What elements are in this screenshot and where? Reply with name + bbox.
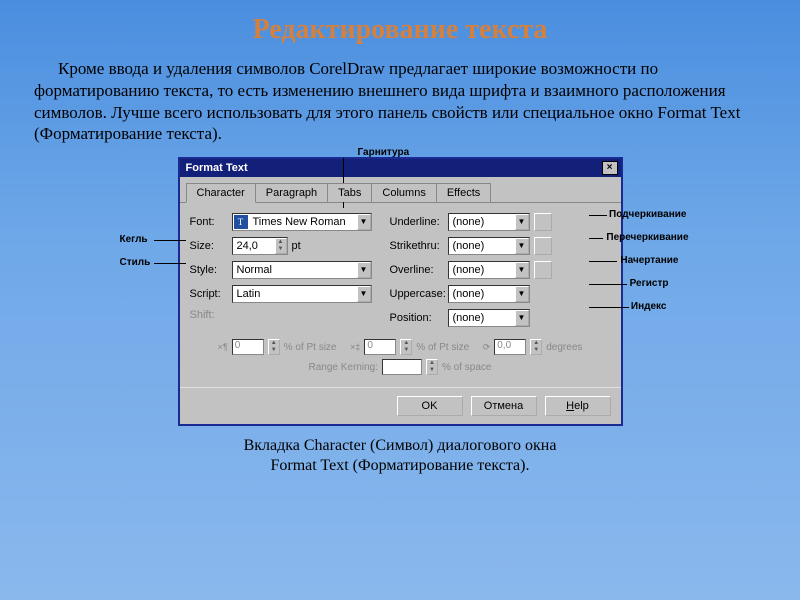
left-column: Font: T Times New Roman ▼ Size: 24,0 ▲▼ … [190, 213, 372, 327]
script-combo[interactable]: Latin ▼ [232, 285, 372, 303]
callout-line [589, 238, 603, 239]
callout-perecherk: Перечеркивание [606, 232, 688, 243]
titlebar: Format Text × [180, 159, 621, 177]
figure: Гарнитура Кегль Стиль Подчеркивание Пере… [118, 157, 683, 426]
strikethru-edit-button[interactable] [534, 237, 552, 255]
underline-value: (none) [449, 216, 515, 228]
help-button[interactable]: Help [545, 396, 611, 416]
chevron-down-icon[interactable]: ▼ [515, 262, 529, 278]
rotate-unit: degrees [546, 342, 582, 353]
callout-kegl: Кегль [120, 234, 148, 245]
callout-nachert: Начертание [620, 255, 678, 266]
underline-label: Underline: [390, 216, 444, 228]
underline-combo[interactable]: (none) ▼ [448, 213, 530, 231]
cancel-button[interactable]: Отмена [471, 396, 537, 416]
chevron-down-icon[interactable]: ▼ [357, 262, 371, 278]
tabs: Character Paragraph Tabs Columns Effects [180, 177, 621, 203]
format-text-dialog: Format Text × Character Paragraph Tabs C… [178, 157, 623, 426]
spinner: ▲▼ [400, 339, 412, 355]
client-area: Font: T Times New Roman ▼ Size: 24,0 ▲▼ … [180, 203, 621, 333]
position-combo[interactable]: (none) ▼ [448, 309, 530, 327]
callout-line [589, 307, 629, 308]
style-label: Style: [190, 264, 228, 276]
callout-registr: Регистр [630, 278, 669, 289]
intro-paragraph: Кроме ввода и удаления символов CorelDra… [0, 46, 800, 151]
size-label: Size: [190, 240, 228, 252]
shift-label: Shift: [190, 309, 228, 321]
script-value: Latin [233, 288, 357, 300]
uppercase-value: (none) [449, 288, 515, 300]
strikethru-label: Strikethru: [390, 240, 444, 252]
callout-indeks: Индекс [631, 301, 667, 312]
callout-line [154, 263, 186, 264]
range-kerning-unit: % of space [442, 362, 491, 373]
spinner: ▲▼ [426, 359, 438, 375]
chevron-down-icon[interactable]: ▼ [357, 286, 371, 302]
tab-paragraph[interactable]: Paragraph [255, 183, 328, 202]
size-combo[interactable]: 24,0 ▲▼ [232, 237, 288, 255]
ok-button[interactable]: OK [397, 396, 463, 416]
callout-line [154, 240, 186, 241]
tab-character[interactable]: Character [186, 183, 256, 203]
truetype-icon: T [234, 215, 248, 229]
shift-v-value: 0 [364, 339, 396, 355]
position-label: Position: [390, 312, 444, 324]
page-title: Редактирование текста [0, 0, 800, 46]
caption: Вкладка Character (Символ) диалогового о… [0, 436, 800, 476]
spinner: ▲▼ [530, 339, 542, 355]
right-column: Underline: (none) ▼ Strikethru: (none) ▼ [390, 213, 552, 327]
overline-combo[interactable]: (none) ▼ [448, 261, 530, 279]
button-row: OK Отмена Help [180, 387, 621, 424]
style-combo[interactable]: Normal ▼ [232, 261, 372, 279]
strikethru-value: (none) [449, 240, 515, 252]
tab-columns[interactable]: Columns [371, 183, 436, 202]
chevron-down-icon[interactable]: ▼ [357, 214, 371, 230]
font-label: Font: [190, 216, 228, 228]
chevron-down-icon[interactable]: ▼ [515, 310, 529, 326]
overline-value: (none) [449, 264, 515, 276]
callout-line [589, 284, 627, 285]
shift-h-unit: % of Pt size [284, 342, 337, 353]
script-label: Script: [190, 288, 228, 300]
style-value: Normal [233, 264, 357, 276]
callout-line [589, 215, 607, 216]
position-value: (none) [449, 312, 515, 324]
chevron-down-icon[interactable]: ▼ [515, 286, 529, 302]
chevron-down-icon[interactable]: ▼ [515, 214, 529, 230]
disabled-shift-area: ×¶ 0 ▲▼ % of Pt size ×‡ 0 ▲▼ % of Pt siz… [180, 333, 621, 387]
chevron-down-icon[interactable]: ▼ [515, 238, 529, 254]
uppercase-combo[interactable]: (none) ▼ [448, 285, 530, 303]
strikethru-combo[interactable]: (none) ▼ [448, 237, 530, 255]
callout-line [589, 261, 617, 262]
rotate-value: 0,0 [494, 339, 526, 355]
range-kerning-value [382, 359, 422, 375]
spinner: ▲▼ [268, 339, 280, 355]
callout-garnitura: Гарнитура [358, 147, 410, 158]
overline-edit-button[interactable] [534, 261, 552, 279]
size-unit: pt [292, 240, 301, 252]
font-combo[interactable]: T Times New Roman ▼ [232, 213, 372, 231]
tab-tabs[interactable]: Tabs [327, 183, 372, 202]
size-value: 24,0 [233, 240, 275, 252]
overline-label: Overline: [390, 264, 444, 276]
shift-v-unit: % of Pt size [416, 342, 469, 353]
uppercase-label: Uppercase: [390, 288, 444, 300]
underline-edit-button[interactable] [534, 213, 552, 231]
range-kerning-label: Range Kerning: [309, 362, 379, 373]
callout-stil: Стиль [120, 257, 151, 268]
font-value: Times New Roman [249, 216, 357, 228]
callout-podcherk: Подчеркивание [609, 209, 686, 220]
shift-h-value: 0 [232, 339, 264, 355]
tab-effects[interactable]: Effects [436, 183, 491, 202]
size-spinner[interactable]: ▲▼ [275, 238, 287, 254]
close-icon[interactable]: × [602, 161, 618, 175]
dialog-title: Format Text [186, 162, 248, 174]
